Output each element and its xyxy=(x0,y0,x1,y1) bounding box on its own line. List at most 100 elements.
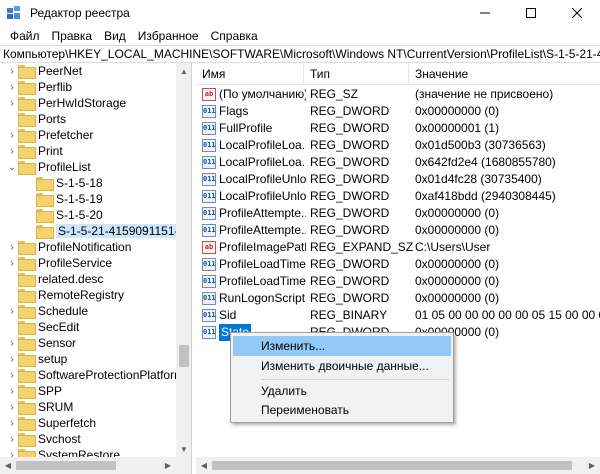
tree-item[interactable]: SecEdit xyxy=(6,319,79,335)
value-name-cell[interactable]: 011 LocalProfileLoa... xyxy=(202,137,306,154)
value-row[interactable]: ab (По умолчанию) REG_SZ (значение не присв… xyxy=(196,86,600,103)
value-name-cell[interactable]: 011 LocalProfileLoa... xyxy=(202,154,306,171)
chevron-right-icon[interactable]: › xyxy=(6,63,18,79)
chevron-down-icon[interactable]: ⌄ xyxy=(6,159,18,175)
menu-view[interactable]: Вид xyxy=(98,29,132,43)
menu-delete[interactable]: Удалить xyxy=(233,381,451,401)
chevron-right-icon[interactable]: › xyxy=(6,399,18,415)
chevron-right-icon[interactable]: › xyxy=(6,95,18,111)
value-name-cell[interactable]: 011 Sid xyxy=(202,307,306,324)
value-row[interactable]: 011LocalProfileUnlo... REG_DWORD 0x01d4fc2… xyxy=(196,171,600,188)
value-row[interactable]: 011 Flags REG_DWORD 0x00000000 (0) xyxy=(196,103,600,120)
value-row[interactable]: 011 ProfileAttempte... REG_DWORD 0x00000000… xyxy=(196,205,600,222)
column-name[interactable]: Имя xyxy=(196,63,304,85)
menu-favorites[interactable]: Избранное xyxy=(132,29,205,43)
menu-file[interactable]: Файл xyxy=(4,29,46,43)
values-horizontal-scrollbar[interactable]: ◀ ▶ xyxy=(196,457,600,474)
value-name-cell[interactable]: 011 Flags xyxy=(202,103,306,120)
values-hscroll-thumb[interactable] xyxy=(212,461,572,470)
value-row[interactable]: 011 RunLogonScript... REG_DWORD 0x00000000 … xyxy=(196,290,600,307)
tree-horizontal-scrollbar[interactable]: ◀ ▶ xyxy=(0,457,176,474)
tree-item[interactable]: › Superfetch xyxy=(6,415,96,431)
chevron-right-icon[interactable]: › xyxy=(6,367,18,383)
value-name-cell[interactable]: 011 ProfileAttempte... xyxy=(202,205,306,222)
menu-modify-binary[interactable]: Изменить двоичные данные... xyxy=(233,356,451,376)
value-name-cell[interactable]: 011ProfileLoadTime... xyxy=(202,256,306,273)
tree-item[interactable]: › Print xyxy=(6,143,63,159)
tree-item[interactable]: › ProfileService xyxy=(6,255,112,271)
scroll-left-icon[interactable]: ◀ xyxy=(196,457,212,474)
chevron-right-icon[interactable]: › xyxy=(6,431,18,447)
tree-item[interactable]: S-1-5-21-4159091151-7145 xyxy=(24,223,191,239)
scroll-right-icon[interactable]: ▶ xyxy=(584,457,600,474)
value-row[interactable]: 011LocalProfileUnlo... REG_DWORD 0xaf418bd… xyxy=(196,188,600,205)
close-button[interactable] xyxy=(554,0,600,26)
menu-modify[interactable]: Изменить... xyxy=(233,336,451,356)
chevron-right-icon[interactable]: › xyxy=(6,143,18,159)
value-name-cell[interactable]: 011LocalProfileUnlo... xyxy=(202,171,306,188)
value-row[interactable]: 011ProfileLoadTime... REG_DWORD 0x00000000… xyxy=(196,273,600,290)
value-name-cell[interactable]: 011ProfileLoadTime... xyxy=(202,273,306,290)
chevron-right-icon[interactable]: › xyxy=(6,239,18,255)
value-name-cell[interactable]: 011 RunLogonScript... xyxy=(202,290,306,307)
value-name-cell[interactable]: 011 FullProfile xyxy=(202,120,306,137)
tree-item[interactable]: › Sensor xyxy=(6,335,76,351)
tree-item[interactable]: ⌄ ProfileList xyxy=(6,159,91,175)
tree-item-label: RemoteRegistry xyxy=(38,288,125,302)
minimize-button[interactable] xyxy=(462,0,508,26)
tree-item[interactable]: › Svchost xyxy=(6,431,81,447)
value-row[interactable]: 011 LocalProfileLoa... REG_DWORD 0x642fd2e4… xyxy=(196,154,600,171)
value-row[interactable]: ab ProfileImagePath REG_EXPAND_SZ C:\Users\… xyxy=(196,239,600,256)
value-name-cell[interactable]: 011 ProfileAttempte... xyxy=(202,222,306,239)
tree-item[interactable]: › SRUM xyxy=(6,399,73,415)
value-row[interactable]: 011ProfileLoadTime... REG_DWORD 0x00000000… xyxy=(196,256,600,273)
tree-item[interactable]: Ports xyxy=(6,111,66,127)
chevron-right-icon[interactable]: › xyxy=(6,127,18,143)
tree-hscroll-thumb[interactable] xyxy=(16,461,116,470)
tree-item[interactable]: S-1-5-18 xyxy=(24,175,103,191)
scroll-right-icon[interactable]: ▶ xyxy=(160,457,176,474)
chevron-right-icon[interactable]: › xyxy=(6,383,18,399)
menu-edit[interactable]: Правка xyxy=(46,29,99,43)
tree-item[interactable]: › Schedule xyxy=(6,303,88,319)
folder-icon xyxy=(18,97,36,111)
tree-item[interactable]: RemoteRegistry xyxy=(6,287,124,303)
tree-item[interactable]: › ProfileNotification xyxy=(6,239,131,255)
chevron-right-icon[interactable]: › xyxy=(6,79,18,95)
tree-vertical-scrollbar[interactable]: ▲ ▼ xyxy=(176,63,191,457)
value-name-cell[interactable]: ab ProfileImagePath xyxy=(202,239,306,256)
tree-item[interactable]: related.desc xyxy=(6,271,103,287)
value-row[interactable]: 011 FullProfile REG_DWORD 0x00000001 (1) xyxy=(196,120,600,137)
value-name-cell[interactable]: 011LocalProfileUnlo... xyxy=(202,188,306,205)
chevron-right-icon[interactable]: › xyxy=(6,415,18,431)
tree-item[interactable]: › PeerNet xyxy=(6,63,82,79)
menu-rename[interactable]: Переименовать xyxy=(233,400,451,420)
column-type[interactable]: Тип xyxy=(304,63,409,85)
scroll-left-icon[interactable]: ◀ xyxy=(0,457,16,474)
tree-item[interactable]: › SoftwareProtectionPlatform xyxy=(6,367,184,383)
chevron-right-icon[interactable]: › xyxy=(6,335,18,351)
value-row[interactable]: 011 Sid REG_BINARY 01 05 00 00 00 00 00 05 … xyxy=(196,307,600,324)
value-name-cell[interactable]: ab (По умолчанию) xyxy=(202,86,306,103)
scroll-up-icon[interactable]: ▲ xyxy=(176,63,191,79)
tree-item[interactable]: › setup xyxy=(6,351,67,367)
chevron-right-icon[interactable]: › xyxy=(6,255,18,271)
tree-item[interactable]: S-1-5-20 xyxy=(24,207,103,223)
tree-item[interactable]: › Perflib xyxy=(6,79,72,95)
chevron-right-icon[interactable]: › xyxy=(6,303,18,319)
value-row[interactable]: 011 LocalProfileLoa... REG_DWORD 0x01d500b3… xyxy=(196,137,600,154)
tree-item[interactable]: › PerHwIdStorage xyxy=(6,95,126,111)
tree-vscroll-thumb[interactable] xyxy=(179,345,189,367)
menu-help[interactable]: Справка xyxy=(205,29,264,43)
address-bar[interactable]: Компьютер\HKEY_LOCAL_MACHINE\SOFTWARE\Mi… xyxy=(0,45,600,63)
chevron-right-icon[interactable]: › xyxy=(6,351,18,367)
tree-item[interactable]: › SPP xyxy=(6,383,62,399)
tree-item[interactable]: › Prefetcher xyxy=(6,127,93,143)
scroll-down-icon[interactable]: ▼ xyxy=(176,441,191,457)
maximize-button[interactable] xyxy=(508,0,554,26)
tree-item[interactable]: S-1-5-19 xyxy=(24,191,103,207)
value-row[interactable]: 011 ProfileAttempte... REG_DWORD 0x00000000… xyxy=(196,222,600,239)
column-data[interactable]: Значение xyxy=(409,63,600,85)
tree-pane: › PeerNet › Perflib › PerHwIdStorage Ports › Pre… xyxy=(0,63,192,474)
